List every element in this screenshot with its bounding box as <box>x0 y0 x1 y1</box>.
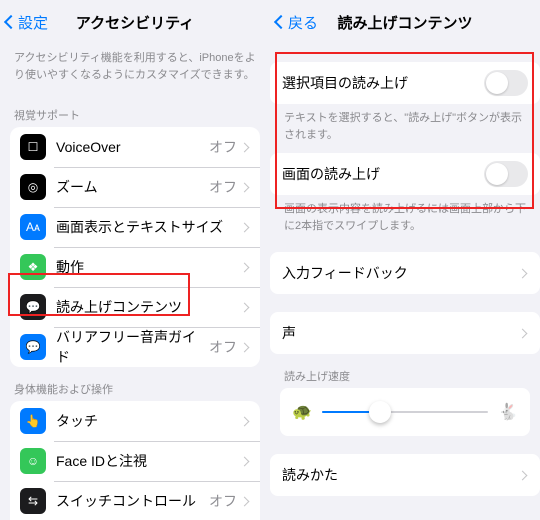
back-button[interactable]: 設定 <box>6 12 48 33</box>
chevron-right-icon <box>240 456 250 466</box>
row-pronunciations[interactable]: 読みかた <box>270 454 540 496</box>
group-typing-feedback: 入力フィードバック <box>270 252 540 294</box>
row-motion[interactable]: ❖ 動作 <box>10 247 260 287</box>
chevron-left-icon <box>4 15 18 29</box>
section-header-motor: 身体機能および操作 <box>0 367 270 401</box>
chevron-right-icon <box>240 342 250 352</box>
speech-icon: 💬 <box>20 294 46 320</box>
row-voices[interactable]: 声 <box>270 312 540 354</box>
chevron-right-icon <box>240 416 250 426</box>
row-label: 読みかた <box>282 465 519 485</box>
row-speak-selection[interactable]: 選択項目の読み上げ <box>270 62 540 104</box>
chevron-left-icon <box>274 15 288 29</box>
toggle-switch[interactable] <box>484 70 528 96</box>
slider-track[interactable] <box>322 411 488 413</box>
group-voices: 声 <box>270 312 540 354</box>
slider-thumb[interactable] <box>369 401 391 423</box>
row-label: Face IDと注視 <box>56 451 241 471</box>
zoom-icon: ◎ <box>20 174 46 200</box>
row-faceid[interactable]: ☺ Face IDと注視 <box>10 441 260 481</box>
row-label: 選択項目の読み上げ <box>282 73 484 93</box>
switch-icon: ⇆ <box>20 488 46 514</box>
chevron-right-icon <box>240 302 250 312</box>
row-speech[interactable]: 💬 読み上げコンテンツ <box>10 287 260 327</box>
row-label: 入力フィードバック <box>282 263 519 283</box>
turtle-icon: 🐢 <box>292 402 312 422</box>
row-speak-screen[interactable]: 画面の読み上げ <box>270 153 540 195</box>
row-value: オフ <box>209 491 237 511</box>
text-icon: Aᴀ <box>20 214 46 240</box>
footer-speak-selection: テキストを選択すると、"読み上げ"ボタンが表示されます。 <box>270 104 540 149</box>
chevron-right-icon <box>240 262 250 272</box>
group-pronunciations: 読みかた <box>270 454 540 496</box>
chevron-right-icon <box>518 268 528 278</box>
group-vision: ☐VoiceOverオフ◎ズームオフAᴀ画面表示とテキストサイズ❖動作💬読み上げ… <box>10 127 260 367</box>
accessibility-pane: 設定 アクセシビリティ アクセシビリティ機能を利用すると、iPhoneをより使い… <box>0 0 270 520</box>
row-label: タッチ <box>56 411 241 431</box>
motion-icon: ❖ <box>20 254 46 280</box>
row-label: ズーム <box>56 177 209 197</box>
chevron-right-icon <box>240 222 250 232</box>
row-label: バリアフリー音声ガイド <box>56 327 209 367</box>
row-value: オフ <box>209 177 237 197</box>
toggle-switch[interactable] <box>484 161 528 187</box>
touch-icon: 👆 <box>20 408 46 434</box>
nav-title: アクセシビリティ <box>76 12 194 33</box>
back-label: 戻る <box>288 12 318 33</box>
row-value: オフ <box>209 337 237 357</box>
row-label: 動作 <box>56 257 241 277</box>
row-label: 声 <box>282 323 519 343</box>
row-label: 画面表示とテキストサイズ <box>56 217 241 237</box>
row-label: 読み上げコンテンツ <box>56 297 241 317</box>
back-label: 設定 <box>18 12 48 33</box>
row-touch[interactable]: 👆 タッチ <box>10 401 260 441</box>
row-label: VoiceOver <box>56 139 209 155</box>
row-audio-desc[interactable]: 💬 バリアフリー音声ガイドオフ <box>10 327 260 367</box>
row-switch[interactable]: ⇆ スイッチコントロールオフ <box>10 481 260 520</box>
speaking-rate-slider[interactable]: 🐢 🐇 <box>280 388 530 436</box>
rabbit-icon: 🐇 <box>498 402 518 422</box>
faceid-icon: ☺ <box>20 448 46 474</box>
chevron-right-icon <box>518 328 528 338</box>
spoken-content-pane: 戻る 読み上げコンテンツ 選択項目の読み上げ テキストを選択すると、"読み上げ"… <box>270 0 540 520</box>
chevron-right-icon <box>240 182 250 192</box>
footer-speak-screen: 画面の表示内容を読み上げるには画面上部から下に2本指でスワイプします。 <box>270 195 540 240</box>
section-header-rate: 読み上げ速度 <box>270 354 540 388</box>
row-typing-feedback[interactable]: 入力フィードバック <box>270 252 540 294</box>
nav-title: 読み上げコンテンツ <box>337 12 472 33</box>
group-motor: 👆タッチ☺Face IDと注視⇆スイッチコントロールオフ✱音声コントロールオフ▮… <box>10 401 260 520</box>
nav-bar: 設定 アクセシビリティ <box>0 0 270 44</box>
section-header-vision: 視覚サポート <box>0 93 270 127</box>
row-zoom[interactable]: ◎ ズームオフ <box>10 167 260 207</box>
row-value: オフ <box>209 137 237 157</box>
back-button[interactable]: 戻る <box>276 12 318 33</box>
row-label: スイッチコントロール <box>56 491 209 511</box>
group-speak-screen: 画面の読み上げ <box>270 153 540 195</box>
chevron-right-icon <box>518 470 528 480</box>
audio-desc-icon: 💬 <box>20 334 46 360</box>
page-description: アクセシビリティ機能を利用すると、iPhoneをより使いやすくなるようにカスタマ… <box>0 44 270 93</box>
chevron-right-icon <box>240 496 250 506</box>
row-voiceover[interactable]: ☐ VoiceOverオフ <box>10 127 260 167</box>
chevron-right-icon <box>240 142 250 152</box>
row-text[interactable]: Aᴀ 画面表示とテキストサイズ <box>10 207 260 247</box>
voiceover-icon: ☐ <box>20 134 46 160</box>
row-label: 画面の読み上げ <box>282 164 484 184</box>
nav-bar: 戻る 読み上げコンテンツ <box>270 0 540 44</box>
group-speak-selection: 選択項目の読み上げ <box>270 62 540 104</box>
